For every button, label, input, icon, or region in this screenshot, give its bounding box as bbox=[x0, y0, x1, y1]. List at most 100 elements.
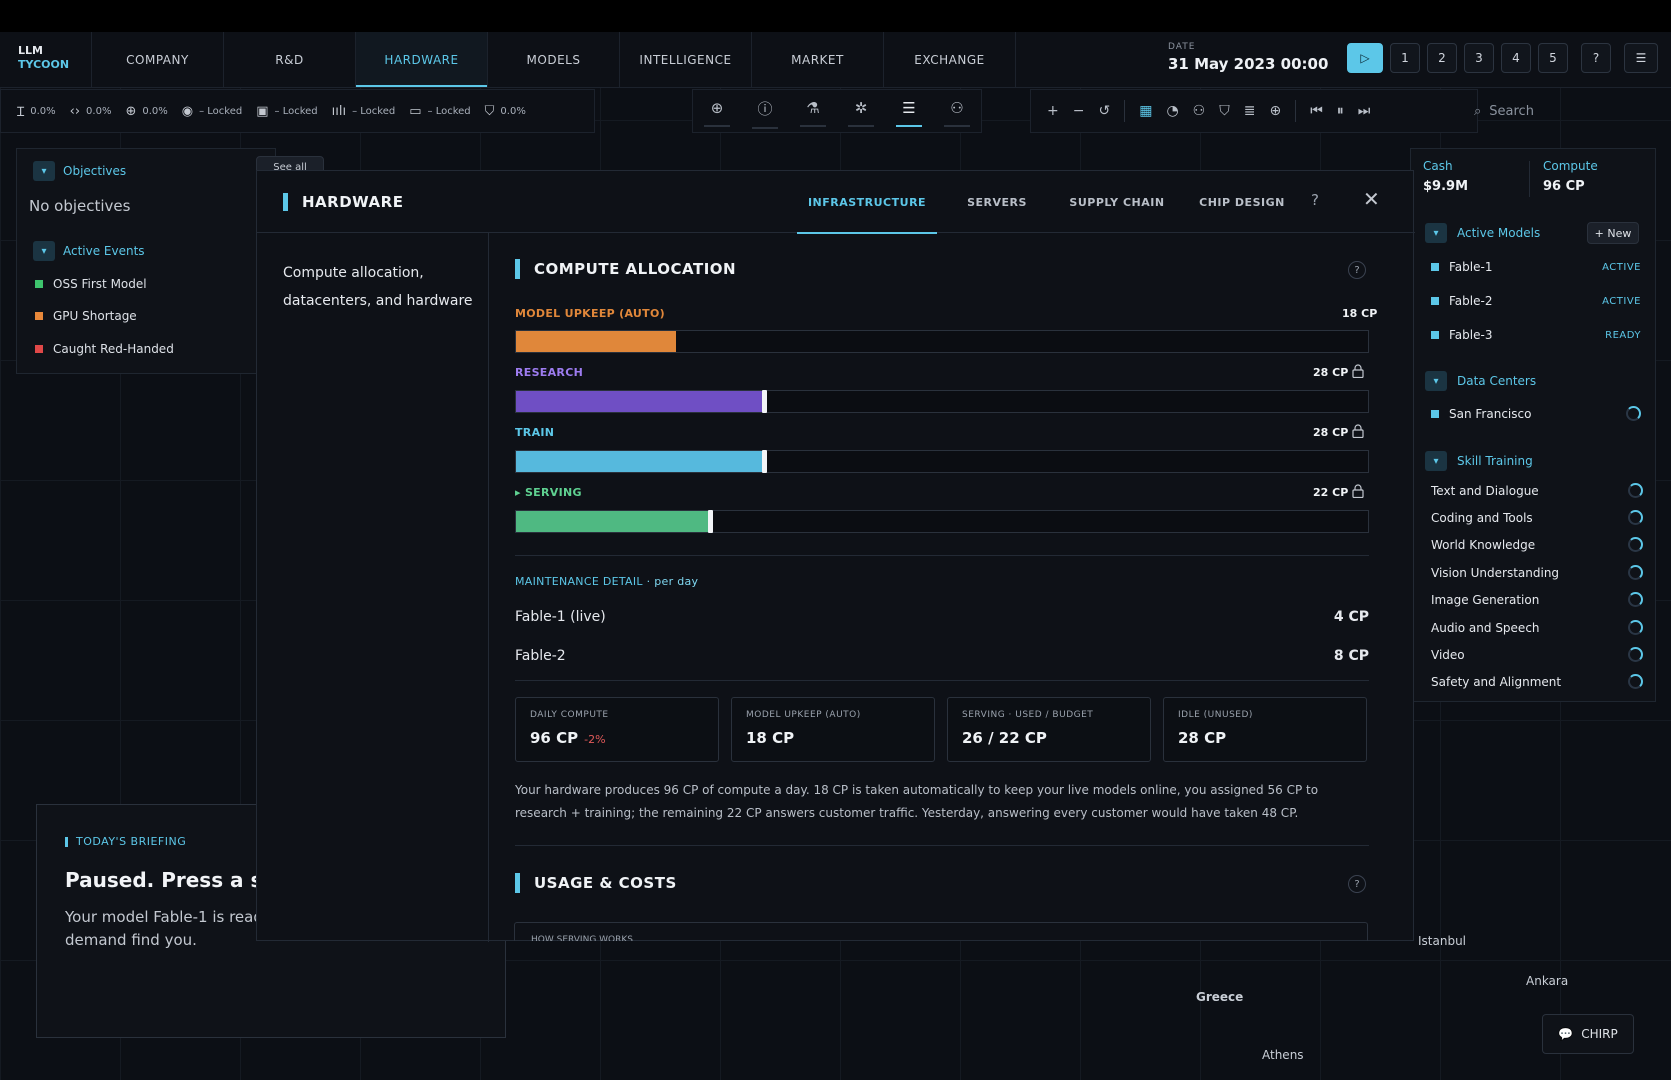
skill-item[interactable]: Audio and Speech bbox=[1431, 620, 1643, 635]
skill-training-header[interactable]: ▾ Skill Training bbox=[1425, 451, 1533, 471]
bar-track-research[interactable] bbox=[515, 390, 1369, 413]
chip-layer-icon[interactable]: ✲ bbox=[846, 99, 876, 127]
speed-1-button[interactable]: 1 bbox=[1390, 43, 1420, 73]
speed-5-button[interactable]: 5 bbox=[1538, 43, 1568, 73]
tab-infrastructure[interactable]: INFRASTRUCTURE bbox=[797, 171, 937, 234]
sliders-layer-icon[interactable]: ☰ bbox=[894, 99, 924, 127]
active-models-header[interactable]: ▾ Active Models bbox=[1425, 223, 1540, 243]
new-model-button[interactable]: + New bbox=[1587, 222, 1639, 244]
how-serving-works-section[interactable]: HOW SERVING WORKS bbox=[514, 922, 1368, 941]
model-item-fable-3[interactable]: Fable-3 READY bbox=[1431, 328, 1641, 342]
play-button[interactable]: ▷ bbox=[1347, 43, 1383, 73]
nav-tab-market[interactable]: MARKET bbox=[752, 32, 884, 87]
section-divider bbox=[515, 555, 1369, 556]
event-item[interactable]: OSS First Model bbox=[35, 277, 147, 291]
nav-tab-rnd[interactable]: R&D bbox=[224, 32, 356, 87]
datacenter-item[interactable]: San Francisco bbox=[1431, 406, 1641, 421]
tab-servers[interactable]: SERVERS bbox=[947, 171, 1047, 233]
skill-item[interactable]: Coding and Tools bbox=[1431, 510, 1643, 525]
eye-icon: ◉ bbox=[181, 103, 194, 119]
nav-tab-intelligence[interactable]: INTELLIGENCE bbox=[620, 32, 752, 87]
active-events-header[interactable]: ▾ Active Events bbox=[33, 241, 145, 261]
bar-track-serving[interactable] bbox=[515, 510, 1369, 533]
bar-track-train[interactable] bbox=[515, 450, 1369, 473]
shield-toggle-icon[interactable]: ⛉ bbox=[1219, 103, 1230, 119]
skill-item[interactable]: World Knowledge bbox=[1431, 537, 1643, 552]
speed-3-button[interactable]: 3 bbox=[1464, 43, 1494, 73]
nav-tab-models[interactable]: MODELS bbox=[488, 32, 620, 87]
speed-4-button[interactable]: 4 bbox=[1501, 43, 1531, 73]
slider-handle-train[interactable] bbox=[762, 450, 767, 473]
map-label-istanbul[interactable]: Istanbul bbox=[1418, 934, 1466, 948]
model-item-fable-2[interactable]: Fable-2 ACTIVE bbox=[1431, 294, 1641, 308]
people-layer-icon[interactable]: ⚇ bbox=[942, 99, 972, 127]
stat-safety: ⛉ 0.0% bbox=[484, 103, 526, 119]
zoom-out-icon[interactable]: − bbox=[1073, 103, 1085, 119]
question-icon[interactable]: ? bbox=[1348, 875, 1366, 893]
stat-vision: ◉ – Locked bbox=[181, 103, 243, 119]
users-icon[interactable]: ⚇ bbox=[1193, 103, 1206, 119]
toolbar-divider bbox=[1124, 100, 1126, 122]
slider-handle-serving[interactable] bbox=[708, 510, 713, 533]
chevron-down-icon: ▾ bbox=[1425, 223, 1447, 243]
search-input[interactable]: ⌕ Search bbox=[1462, 89, 1671, 133]
zoom-in-icon[interactable]: + bbox=[1047, 103, 1059, 119]
chat-icon: 💬 bbox=[1558, 1027, 1574, 1041]
datacenter-dot bbox=[1431, 409, 1439, 418]
question-icon[interactable]: ? bbox=[1348, 261, 1366, 279]
skill-item[interactable]: Safety and Alignment bbox=[1431, 674, 1643, 689]
nav-tab-company[interactable]: COMPANY bbox=[92, 32, 224, 87]
nav-tab-exchange[interactable]: EXCHANGE bbox=[884, 32, 1016, 87]
map-label-athens[interactable]: Athens bbox=[1262, 1048, 1304, 1062]
map-label-ankara[interactable]: Ankara bbox=[1526, 974, 1568, 988]
pause-icon[interactable]: ⏸ bbox=[1337, 103, 1344, 119]
bar-fill-research bbox=[516, 391, 765, 412]
stat-card-upkeep: MODEL UPKEEP (AUTO) 18 CP bbox=[731, 697, 935, 762]
map-label-greece[interactable]: Greece bbox=[1196, 990, 1243, 1004]
search-icon: ⌕ bbox=[1474, 103, 1482, 119]
bar-label-serving[interactable]: ▸ SERVING bbox=[515, 486, 582, 499]
lock-icon[interactable] bbox=[1352, 424, 1364, 438]
speed-2-button[interactable]: 2 bbox=[1427, 43, 1457, 73]
shield-icon: ⛉ bbox=[484, 103, 495, 119]
lock-icon[interactable] bbox=[1352, 364, 1364, 378]
menu-button[interactable]: ☰ bbox=[1624, 43, 1658, 73]
usage-costs-title: USAGE & COSTS bbox=[515, 873, 677, 893]
close-icon[interactable]: ✕ bbox=[1363, 187, 1380, 211]
reset-view-icon[interactable]: ↺ bbox=[1098, 103, 1110, 119]
modal-help-icon[interactable]: ? bbox=[1311, 191, 1319, 209]
map-view-tools: + − ↺ ▦ ◔ ⚇ ⛉ ≣ ⊕ ⏮ ⏸ ⏭ bbox=[1030, 89, 1478, 133]
help-button[interactable]: ? bbox=[1581, 43, 1611, 73]
data-centers-header[interactable]: ▾ Data Centers bbox=[1425, 371, 1536, 391]
stat-code: ‹› 0.0% bbox=[69, 103, 112, 119]
globe-toggle-icon[interactable]: ⊕ bbox=[1269, 103, 1281, 119]
skill-item[interactable]: Video bbox=[1431, 647, 1643, 662]
skill-item[interactable]: Text and Dialogue bbox=[1431, 483, 1643, 498]
nav-tab-hardware[interactable]: HARDWARE bbox=[356, 32, 488, 87]
event-item[interactable]: GPU Shortage bbox=[35, 309, 137, 323]
audio-icon: ıılı bbox=[331, 103, 347, 119]
bar-value-research: 28 CP bbox=[1313, 366, 1349, 379]
globe-icon: ⊕ bbox=[125, 103, 137, 119]
flask-layer-icon[interactable]: ⚗ bbox=[798, 99, 828, 127]
model-item-fable-1[interactable]: Fable-1 ACTIVE bbox=[1431, 260, 1641, 274]
event-item[interactable]: Caught Red-Handed bbox=[35, 342, 174, 356]
globe-layer-icon[interactable]: ⊕ bbox=[702, 99, 732, 127]
skip-back-icon[interactable]: ⏮ bbox=[1310, 103, 1323, 119]
skill-item[interactable]: Vision Understanding bbox=[1431, 565, 1643, 580]
slider-handle-research[interactable] bbox=[762, 390, 767, 413]
map-icon[interactable]: ▦ bbox=[1139, 103, 1152, 119]
pie-icon[interactable]: ◔ bbox=[1166, 103, 1178, 119]
skip-forward-icon[interactable]: ⏭ bbox=[1358, 103, 1371, 119]
progress-ring-icon bbox=[1628, 483, 1643, 498]
tab-supply-chain[interactable]: SUPPLY CHAIN bbox=[1057, 171, 1177, 233]
tab-chip-design[interactable]: CHIP DESIGN bbox=[1187, 171, 1297, 233]
event-color-dot bbox=[35, 312, 43, 320]
chirp-button[interactable]: 💬 CHIRP bbox=[1542, 1014, 1634, 1054]
server-icon[interactable]: ≣ bbox=[1244, 103, 1256, 119]
stat-image: ▣ – Locked bbox=[256, 103, 318, 119]
objectives-header[interactable]: ▾ Objectives bbox=[33, 161, 126, 181]
info-layer-icon[interactable]: ⓘ bbox=[750, 98, 780, 129]
skill-item[interactable]: Image Generation bbox=[1431, 592, 1643, 607]
lock-icon[interactable] bbox=[1352, 484, 1364, 498]
